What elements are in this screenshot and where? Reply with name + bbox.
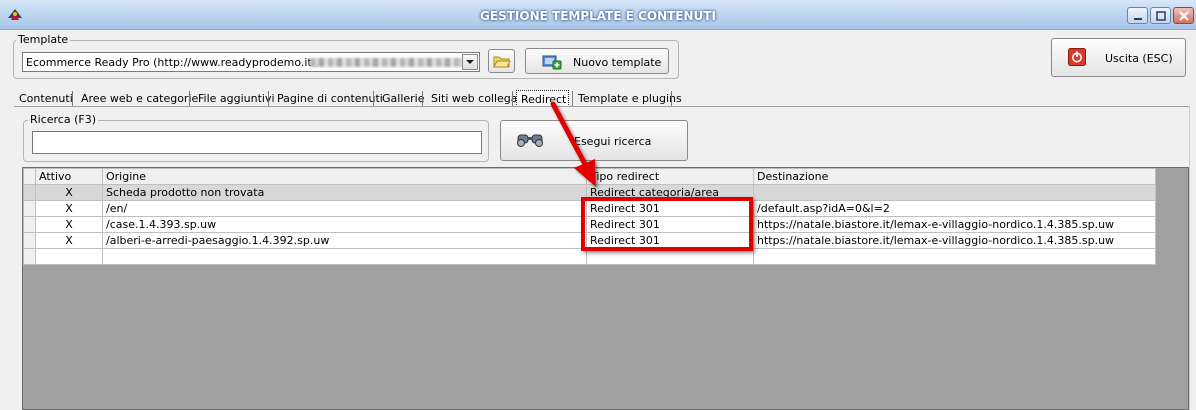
search-button-label: Esegui ricerca (574, 135, 652, 148)
search-input[interactable] (32, 131, 482, 154)
new-template-label: Nuovo template (573, 56, 662, 69)
row-selector[interactable] (23, 248, 36, 265)
column-header-origine[interactable]: Origine (102, 168, 587, 185)
tab-separator (373, 91, 374, 106)
search-button[interactable]: Esegui ricerca (500, 120, 688, 161)
cell-destinazione[interactable]: https://natale.biastore.it/lemax-e-villa… (753, 216, 1156, 233)
tab-template-plugins[interactable]: Template e plugins (574, 90, 686, 107)
tab-siti-web-collegati[interactable]: Siti web collegati (427, 90, 529, 107)
cell-destinazione[interactable]: https://natale.biastore.it/lemax-e-villa… (753, 232, 1156, 249)
template-select-value: Ecommerce Ready Pro (http://www.readypro… (26, 56, 319, 69)
tab-file-aggiuntivi[interactable]: File aggiuntivi (194, 90, 279, 107)
tab-separator (189, 91, 190, 106)
tab-separator (268, 91, 269, 106)
tab-strip-border (14, 106, 1190, 107)
chevron-down-icon[interactable] (462, 54, 478, 70)
exit-button[interactable]: Uscita (ESC) (1051, 38, 1186, 77)
add-template-icon (542, 53, 562, 74)
tab-separator (422, 91, 423, 106)
open-folder-button[interactable] (488, 49, 515, 73)
row-header-corner (23, 168, 36, 185)
tab-pagine-contenuti[interactable]: Pagine di contenuti (273, 90, 387, 107)
cell-attivo[interactable]: X (35, 200, 103, 217)
row-selector[interactable] (23, 200, 36, 217)
redacted-text (310, 58, 470, 67)
annotation-highlight-box (581, 197, 753, 251)
column-header-destinazione[interactable]: Destinazione (753, 168, 1156, 185)
row-selector[interactable] (23, 184, 36, 201)
panel-edge (1189, 106, 1190, 410)
tab-separator (671, 91, 672, 106)
title-bar: GESTIONE TEMPLATE E CONTENUTI (0, 0, 1196, 30)
cell-attivo[interactable]: X (35, 184, 103, 201)
exit-icon (1068, 48, 1086, 69)
tab-redirect[interactable]: Redirect (516, 90, 569, 107)
minimize-button[interactable] (1127, 7, 1148, 24)
template-group-label: Template (16, 33, 71, 46)
cell-destinazione[interactable] (753, 248, 1156, 265)
cell-origine[interactable] (102, 248, 587, 265)
tab-separator (572, 91, 573, 106)
tab-separator (72, 91, 73, 106)
column-header-attivo[interactable]: Attivo (35, 168, 103, 185)
cell-destinazione[interactable]: /default.asp?idA=0&l=2 (753, 200, 1156, 217)
cell-origine[interactable]: /alberi-e-arredi-paesaggio.1.4.392.sp.uw (102, 232, 587, 249)
maximize-button[interactable] (1150, 7, 1171, 24)
window-title: GESTIONE TEMPLATE E CONTENUTI (480, 9, 716, 23)
table-header-row: Attivo Origine Tipo redirect Destinazion… (23, 168, 1156, 185)
tab-contenuti[interactable]: Contenuti (15, 90, 77, 107)
new-template-button[interactable]: Nuovo template (525, 48, 669, 74)
exit-label: Uscita (ESC) (1105, 52, 1173, 65)
folder-icon (493, 53, 511, 72)
tab-separator (512, 91, 513, 106)
cell-destinazione[interactable] (753, 184, 1156, 201)
template-select[interactable]: Ecommerce Ready Pro (http://www.readypro… (22, 52, 480, 72)
column-header-tipo-redirect[interactable]: Tipo redirect (586, 168, 754, 185)
search-group-label: Ricerca (F3) (28, 113, 98, 126)
binoculars-icon (516, 131, 544, 152)
cell-origine[interactable]: /en/ (102, 200, 587, 217)
tab-aree-web[interactable]: Aree web e categorie (77, 90, 202, 107)
cell-origine[interactable]: /case.1.4.393.sp.uw (102, 216, 587, 233)
cell-attivo[interactable]: X (35, 216, 103, 233)
cell-attivo[interactable] (35, 248, 103, 265)
tab-gallerie[interactable]: Gallerie (378, 90, 429, 107)
row-selector[interactable] (23, 216, 36, 233)
row-selector[interactable] (23, 232, 36, 249)
cell-attivo[interactable]: X (35, 232, 103, 249)
close-button[interactable] (1173, 7, 1194, 24)
cell-origine[interactable]: Scheda prodotto non trovata (102, 184, 587, 201)
